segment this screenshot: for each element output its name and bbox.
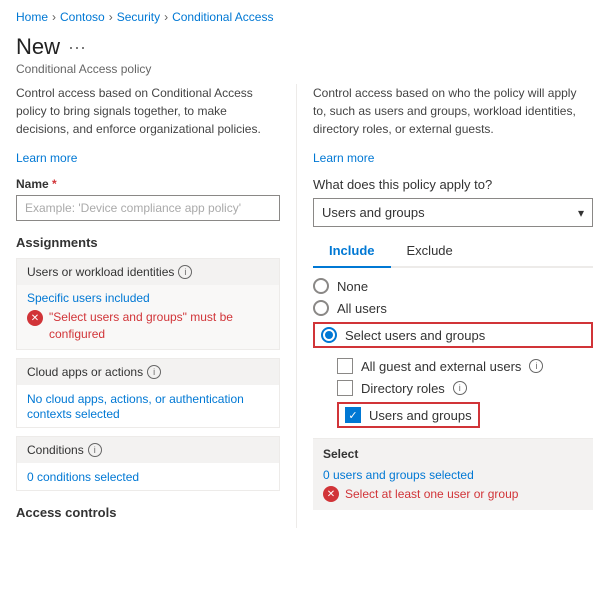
radio-all-users-label: All users: [337, 301, 387, 316]
cloud-no-selection: No cloud apps, actions, or authenticatio…: [27, 392, 244, 421]
name-input[interactable]: [16, 195, 280, 221]
page-subtitle: Conditional Access policy: [16, 62, 593, 76]
select-title: Select: [323, 447, 583, 461]
tab-include[interactable]: Include: [313, 237, 391, 266]
radio-all-users[interactable]: All users: [313, 300, 593, 316]
checkbox-users-groups[interactable]: ✓ Users and groups: [337, 402, 593, 428]
left-description: Control access based on Conditional Acce…: [16, 84, 280, 138]
right-description: Control access based on who the policy w…: [313, 84, 593, 138]
page-header: New ··· Conditional Access policy: [0, 30, 609, 84]
checkbox-users-groups-box: ✓: [345, 407, 361, 423]
policy-dropdown[interactable]: Users and groups ▾: [313, 198, 593, 227]
cloud-info-icon[interactable]: i: [147, 365, 161, 379]
checkbox-directory-roles-label: Directory roles: [361, 381, 445, 396]
breadcrumb-home[interactable]: Home: [16, 10, 48, 24]
users-workload-section: Users or workload identities i Specific …: [16, 258, 280, 350]
policy-dropdown-value: Users and groups: [322, 205, 425, 220]
radio-select-users-label: Select users and groups: [345, 328, 485, 343]
users-info-icon[interactable]: i: [178, 265, 192, 279]
conditions-info-icon[interactable]: i: [88, 443, 102, 457]
checkbox-users-groups-label: Users and groups: [369, 408, 472, 423]
page-title: New: [16, 34, 60, 60]
include-exclude-tabs: Include Exclude: [313, 237, 593, 268]
guest-users-info-icon[interactable]: i: [529, 359, 543, 373]
cloud-apps-header: Cloud apps or actions i: [17, 359, 279, 385]
access-controls-title: Access controls: [16, 505, 280, 520]
breadcrumb-conditional-access[interactable]: Conditional Access: [172, 10, 273, 24]
radio-none-circle: [313, 278, 329, 294]
select-error-icon: ✕: [323, 486, 339, 502]
chevron-down-icon: ▾: [578, 206, 584, 220]
specific-users-link[interactable]: Specific users included: [27, 291, 269, 305]
select-error-row: ✕ Select at least one user or group: [323, 486, 583, 502]
policy-radio-group: None All users Select users and groups: [313, 278, 593, 348]
breadcrumb-security[interactable]: Security: [117, 10, 160, 24]
name-label: Name *: [16, 177, 280, 191]
conditions-section: Conditions i 0 conditions selected: [16, 436, 280, 491]
users-groups-selected-link[interactable]: 0 users and groups selected: [323, 468, 474, 482]
breadcrumb: Home › Contoso › Security › Conditional …: [0, 0, 609, 30]
left-learn-more[interactable]: Learn more: [16, 151, 77, 165]
checkbox-directory-roles[interactable]: Directory roles i: [337, 380, 593, 396]
select-error-text: Select at least one user or group: [345, 487, 518, 501]
radio-select-users-circle: [321, 327, 337, 343]
checkbox-guest-users-label: All guest and external users: [361, 359, 521, 374]
radio-none-label: None: [337, 279, 368, 294]
radio-all-users-circle: [313, 300, 329, 316]
users-error-row: ✕ "Select users and groups" must be conf…: [27, 309, 269, 343]
checkbox-guest-users[interactable]: All guest and external users i: [337, 358, 593, 374]
right-learn-more[interactable]: Learn more: [313, 151, 374, 165]
assignments-title: Assignments: [16, 235, 280, 250]
users-error-icon: ✕: [27, 310, 43, 326]
select-section: Select 0 users and groups selected ✕ Sel…: [313, 438, 593, 510]
checkbox-section: All guest and external users i Directory…: [337, 358, 593, 428]
directory-roles-info-icon[interactable]: i: [453, 381, 467, 395]
policy-apply-label: What does this policy apply to?: [313, 177, 593, 192]
conditions-count: 0 conditions selected: [27, 470, 139, 484]
users-error-text: "Select users and groups" must be config…: [49, 309, 269, 343]
breadcrumb-contoso[interactable]: Contoso: [60, 10, 105, 24]
tab-exclude[interactable]: Exclude: [391, 237, 469, 266]
page-options-button[interactable]: ···: [68, 37, 86, 58]
users-workload-header: Users or workload identities i: [17, 259, 279, 285]
radio-select-users[interactable]: Select users and groups: [313, 322, 593, 348]
checkbox-directory-roles-box: [337, 380, 353, 396]
cloud-apps-section: Cloud apps or actions i No cloud apps, a…: [16, 358, 280, 428]
checkbox-guest-users-box: [337, 358, 353, 374]
right-panel: Control access based on who the policy w…: [296, 84, 593, 528]
left-panel: Control access based on Conditional Acce…: [16, 84, 296, 528]
conditions-header: Conditions i: [17, 437, 279, 463]
radio-none[interactable]: None: [313, 278, 593, 294]
